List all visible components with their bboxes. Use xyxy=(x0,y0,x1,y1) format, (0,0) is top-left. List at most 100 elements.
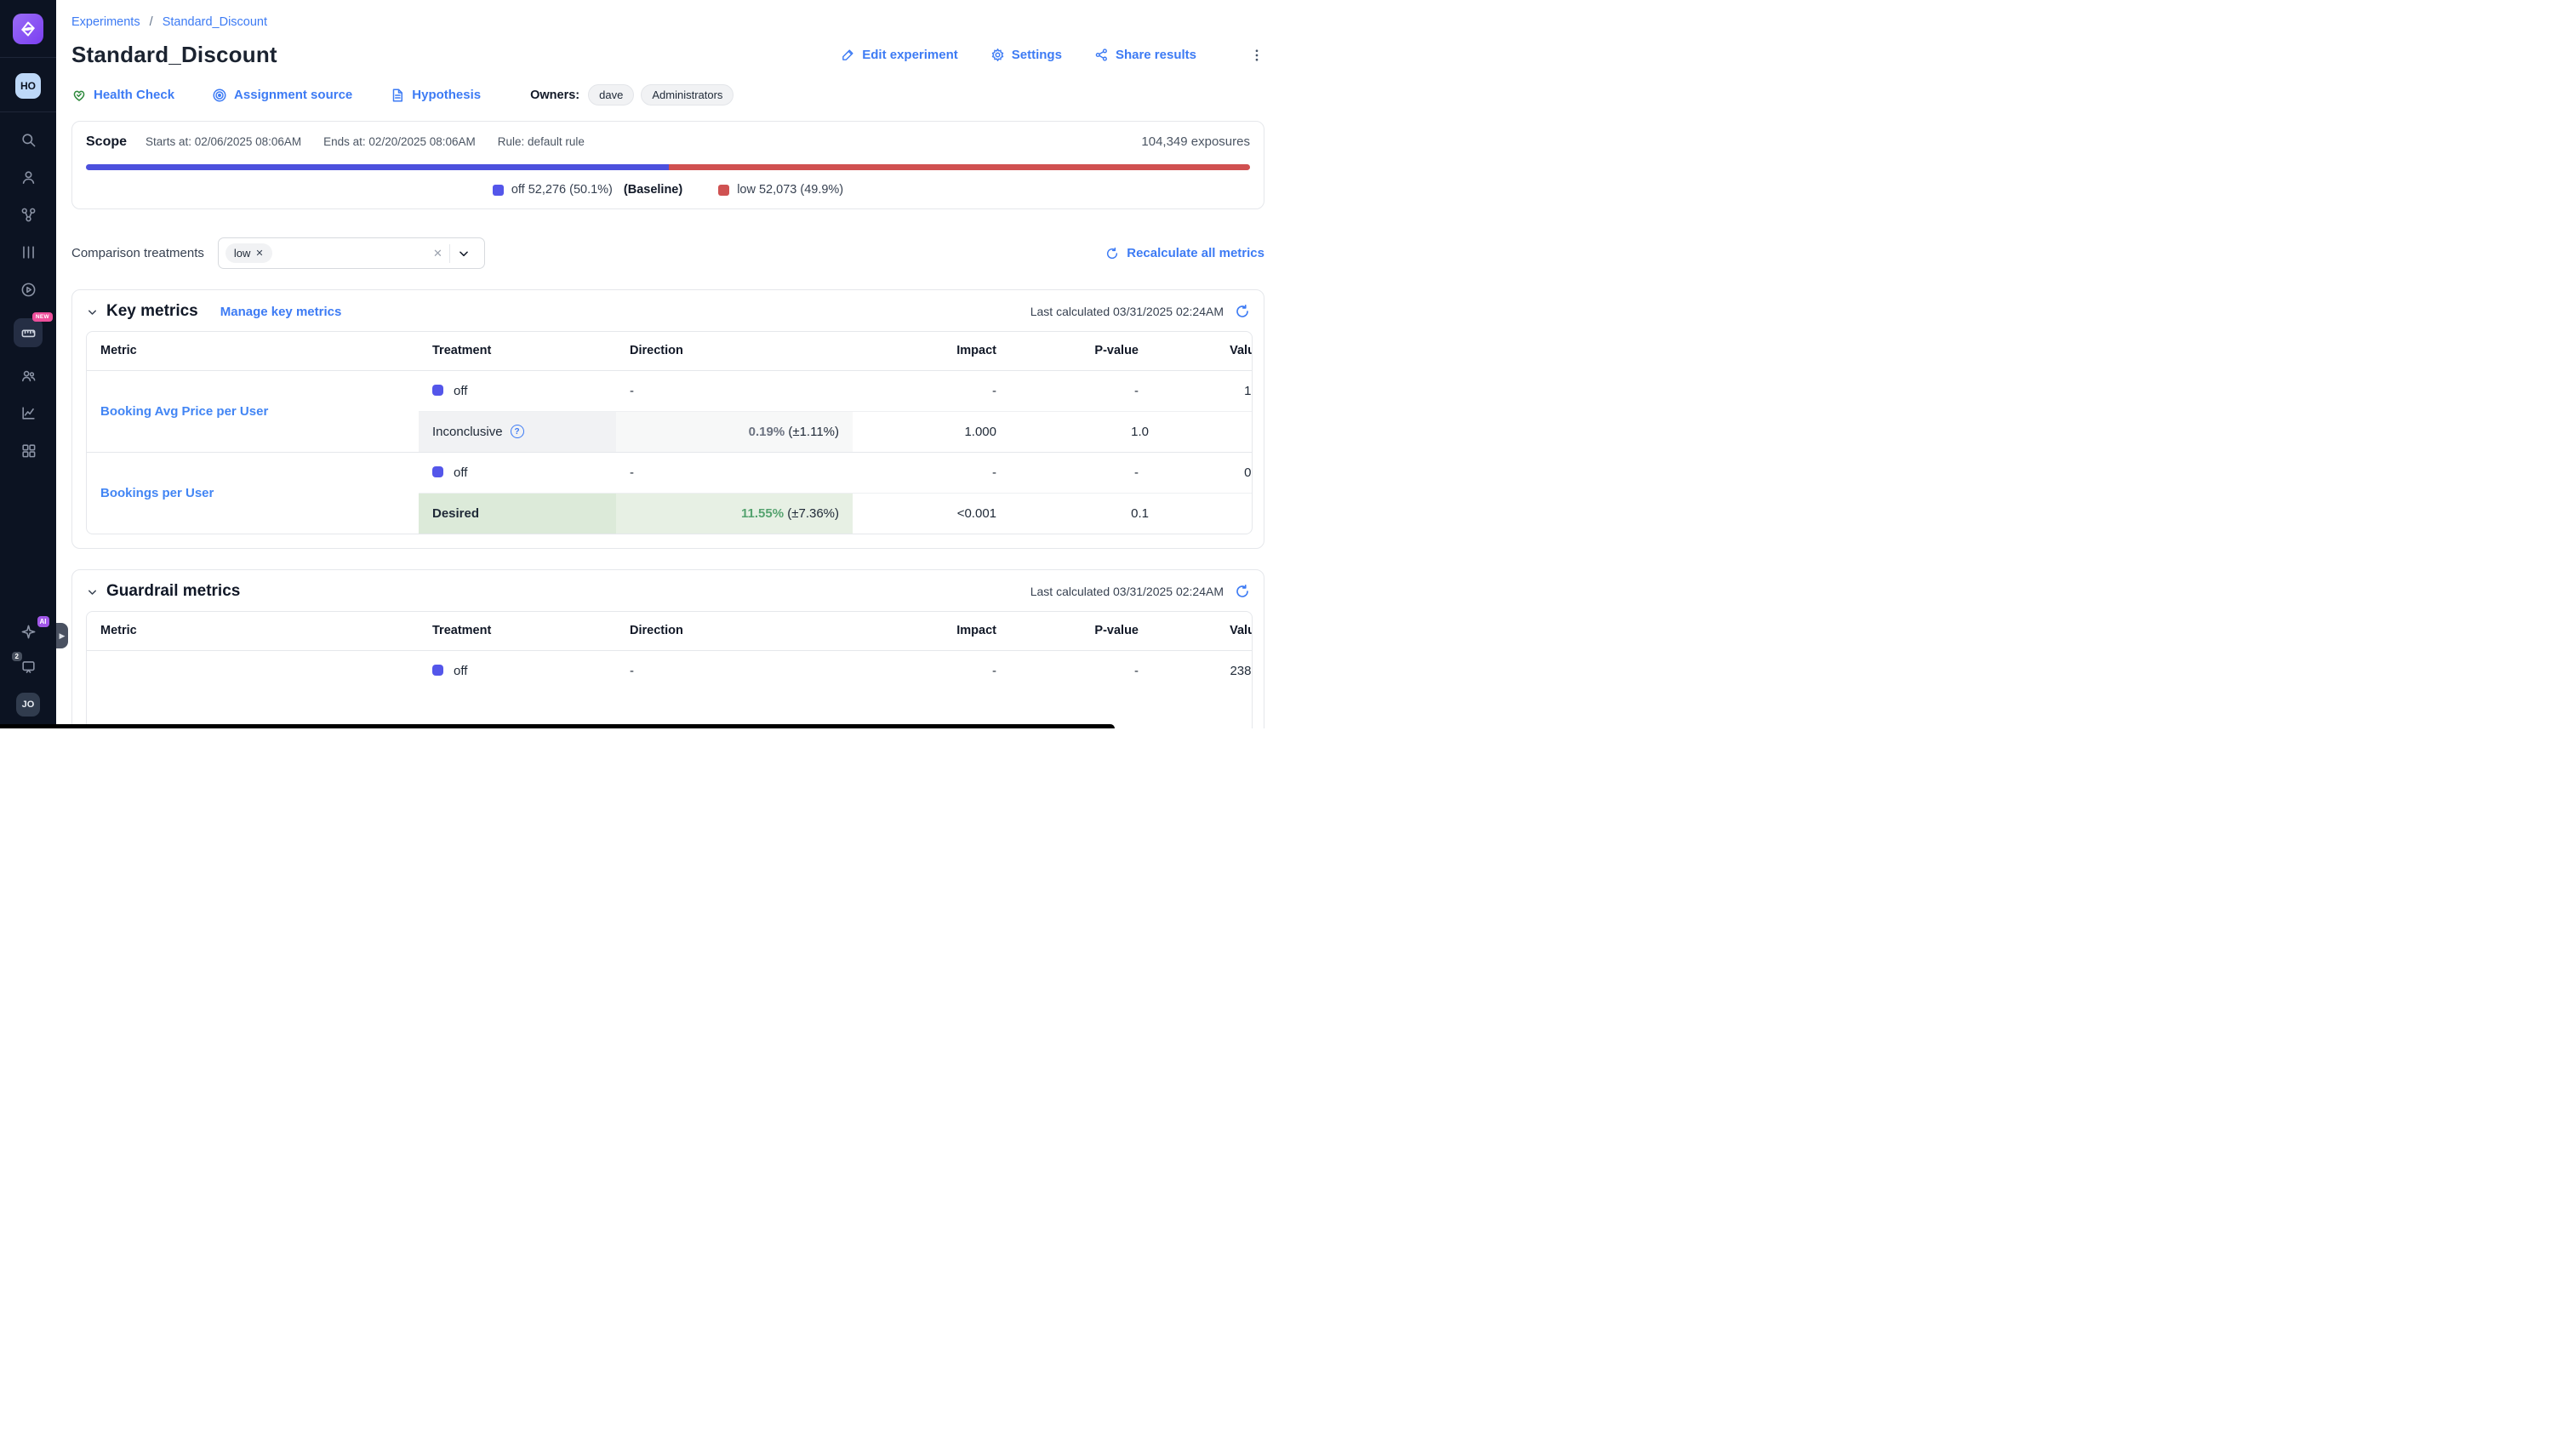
col-value: Value xyxy=(1152,332,1253,370)
table-row: off - - - 238.3 xyxy=(87,650,1253,691)
metric-link[interactable]: Booking Avg Price per User xyxy=(100,404,268,419)
col-metric: Metric xyxy=(87,332,419,370)
sidebar-expand-handle[interactable]: ▶ xyxy=(56,623,68,648)
last-calculated-text: Last calculated 03/31/2025 02:24AM xyxy=(1030,585,1224,598)
col-direction: Direction xyxy=(616,332,853,370)
treatment-chip-low[interactable]: low ✕ xyxy=(225,243,272,263)
refresh-icon xyxy=(1105,247,1119,260)
search-icon[interactable] xyxy=(20,131,37,149)
pvalue-cell: - xyxy=(1010,452,1152,493)
select-clear-icon[interactable]: ✕ xyxy=(426,247,449,260)
col-pvalue: P-value xyxy=(1010,332,1152,370)
value-cell: 1.0 xyxy=(1010,411,1152,452)
exposures-count: 104,349 exposures xyxy=(1141,134,1250,149)
page-title: Standard_Discount xyxy=(71,42,277,68)
play-circle-icon[interactable] xyxy=(20,281,37,299)
collapse-chevron-icon[interactable] xyxy=(86,585,99,598)
col-metric: Metric xyxy=(87,612,419,650)
table-header-row: Metric Treatment Direction Impact P-valu… xyxy=(87,332,1253,370)
gates-nodes-icon[interactable] xyxy=(20,206,37,224)
ai-assistant-icon[interactable]: AI xyxy=(20,623,37,641)
direction-cell: Inconclusive? xyxy=(419,411,616,452)
treatment-swatch xyxy=(432,466,443,477)
notifications-icon[interactable]: 2 xyxy=(20,658,37,676)
guardrail-metrics-section: Guardrail metrics Last calculated 03/31/… xyxy=(71,569,1264,728)
settings-button[interactable]: Settings xyxy=(990,48,1062,62)
scope-ends: Ends at: 02/20/2025 08:06AM xyxy=(323,135,476,148)
scope-starts: Starts at: 02/06/2025 08:06AM xyxy=(146,135,301,148)
edit-experiment-button[interactable]: Edit experiment xyxy=(841,48,958,62)
direction-cell: - xyxy=(616,370,853,411)
assignment-source-link[interactable]: Assignment source xyxy=(212,88,352,103)
user-avatar[interactable]: JO xyxy=(16,693,40,717)
health-check-link[interactable]: Health Check xyxy=(71,88,174,103)
scope-header: Scope Starts at: 02/06/2025 08:06AM Ends… xyxy=(86,134,1250,150)
pvalue-cell: 1.000 xyxy=(853,411,1010,452)
chart-line-icon[interactable] xyxy=(20,404,37,422)
comparison-treatments-select[interactable]: low ✕ ✕ xyxy=(218,237,485,269)
col-value: Value xyxy=(1152,612,1253,650)
col-impact: Impact xyxy=(853,332,1010,370)
bottom-edge-strip xyxy=(0,724,1115,728)
user-icon[interactable] xyxy=(20,168,37,186)
more-options-kebab-icon[interactable] xyxy=(1249,48,1264,63)
comparison-row: Comparison treatments low ✕ ✕ Recalculat… xyxy=(71,237,1264,269)
guardrail-metrics-title: Guardrail metrics xyxy=(106,582,240,601)
title-row: Standard_Discount Edit experiment Settin… xyxy=(71,42,1264,68)
key-metrics-title: Key metrics xyxy=(106,302,198,321)
question-circle-icon[interactable]: ? xyxy=(511,425,524,438)
hypothesis-link[interactable]: Hypothesis xyxy=(390,88,481,103)
project-avatar[interactable]: HO xyxy=(15,73,41,99)
impact-cell: 11.55% (±7.36%) xyxy=(616,493,853,534)
metric-link[interactable]: Bookings per User xyxy=(100,486,214,500)
table-header-row: Metric Treatment Direction Impact P-valu… xyxy=(87,612,1253,650)
refresh-icon[interactable] xyxy=(1235,584,1250,599)
manage-key-metrics-link[interactable]: Manage key metrics xyxy=(220,305,342,319)
direction-cell: Desired xyxy=(419,493,616,534)
statsig-logo-icon[interactable] xyxy=(13,14,43,44)
new-badge: NEW xyxy=(32,312,53,322)
breadcrumb-experiments[interactable]: Experiments xyxy=(71,15,140,29)
recalculate-all-metrics-button[interactable]: Recalculate all metrics xyxy=(1105,246,1264,260)
sidebar-item-experiments-active[interactable]: NEW xyxy=(14,318,43,347)
columns-icon[interactable] xyxy=(20,243,37,261)
header-actions: Edit experiment Settings Share results xyxy=(841,48,1264,63)
legend-swatch-off xyxy=(493,185,504,196)
legend-item-low: low 52,073 (49.9%) xyxy=(718,183,843,197)
collapse-chevron-icon[interactable] xyxy=(86,305,99,318)
impact-cell: 0.19% (±1.11%) xyxy=(616,411,853,452)
sidebar-bottom: AI 2 JO xyxy=(16,623,40,728)
value-cell: 238.3 xyxy=(1152,650,1253,691)
owners-label: Owners: xyxy=(530,89,579,102)
allocation-segment-off xyxy=(86,164,669,170)
pvalue-cell: - xyxy=(1010,650,1152,691)
impact-cell: - xyxy=(853,452,1010,493)
refresh-icon[interactable] xyxy=(1235,304,1250,319)
col-impact: Impact xyxy=(853,612,1010,650)
share-results-button[interactable]: Share results xyxy=(1094,48,1196,62)
pvalue-cell: <0.001 xyxy=(853,493,1010,534)
key-metrics-table: Metric Treatment Direction Impact P-valu… xyxy=(86,331,1253,534)
scope-rule: Rule: default rule xyxy=(498,135,585,148)
pencil-icon xyxy=(841,48,855,62)
col-treatment: Treatment xyxy=(419,332,616,370)
value-cell: 0.1 xyxy=(1152,452,1253,493)
scope-card: Scope Starts at: 02/06/2025 08:06AM Ends… xyxy=(71,121,1264,209)
sidebar-nav: NEW xyxy=(14,131,43,460)
target-icon xyxy=(212,88,227,103)
chevron-down-icon[interactable] xyxy=(450,248,477,260)
legend-swatch-low xyxy=(718,185,729,196)
guardrail-metrics-table: Metric Treatment Direction Impact P-valu… xyxy=(86,611,1253,728)
impact-cell: - xyxy=(853,650,1010,691)
gear-icon xyxy=(990,48,1005,62)
owner-chip-dave[interactable]: dave xyxy=(588,84,634,106)
dashboard-grid-icon[interactable] xyxy=(20,442,37,460)
chip-remove-icon[interactable]: ✕ xyxy=(255,248,263,259)
experiment-page: HO NEW xyxy=(0,0,1282,728)
direction-cell: - xyxy=(616,452,853,493)
people-group-icon[interactable] xyxy=(20,367,37,385)
direction-cell: - xyxy=(616,650,853,691)
owner-chip-administrators[interactable]: Administrators xyxy=(641,84,734,106)
breadcrumb-current[interactable]: Standard_Discount xyxy=(163,15,267,29)
heart-check-icon xyxy=(71,88,87,103)
